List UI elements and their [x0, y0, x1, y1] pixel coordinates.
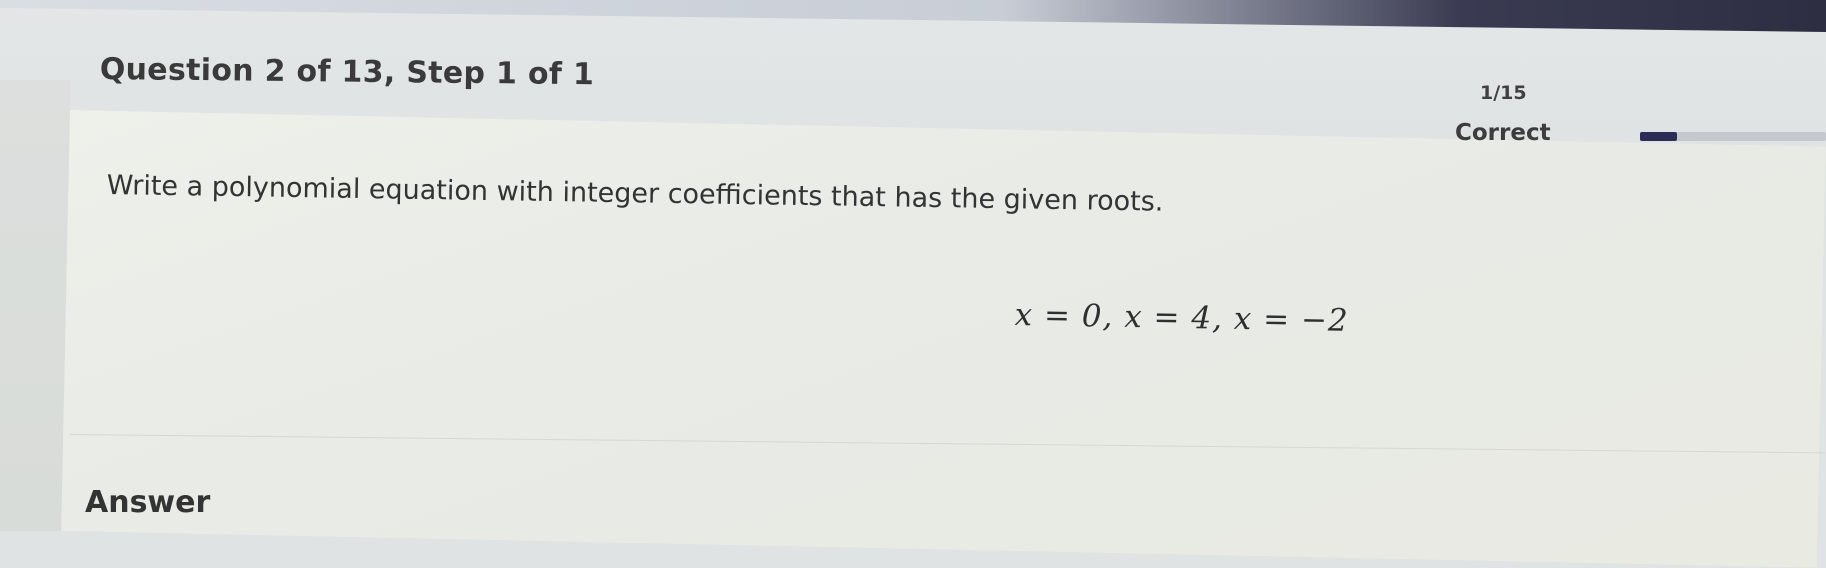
- roots-equation: x = 0, x = 4, x = −2: [1014, 297, 1350, 339]
- progress-bar-fill: [1640, 132, 1678, 141]
- question-title: Question 2 of 13, Step 1 of 1: [99, 52, 595, 93]
- progress-bar: [1640, 132, 1826, 141]
- left-margin: [0, 80, 70, 531]
- score-counter: 1/15: [1480, 82, 1527, 104]
- answer-label: Answer: [85, 485, 211, 520]
- status-label: Correct: [1455, 120, 1551, 146]
